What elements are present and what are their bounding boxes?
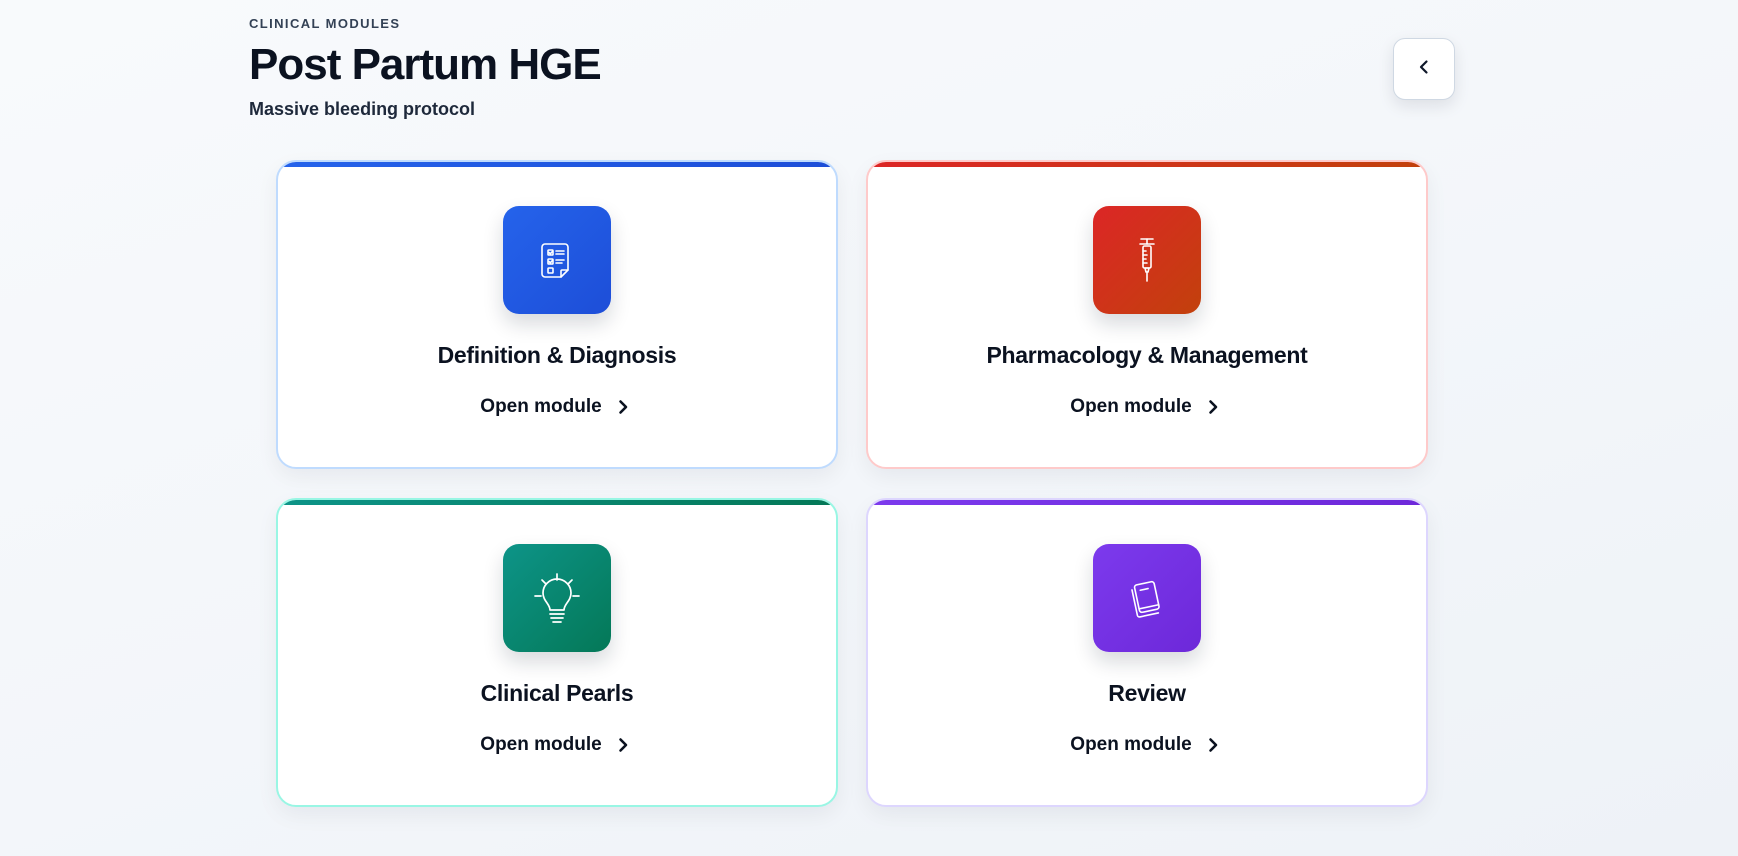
card-accent-bar [278,500,836,505]
chevron-right-icon [1202,734,1224,756]
open-module-label: Open module [1070,396,1192,417]
open-module-label: Open module [480,396,602,417]
module-card-definition-diagnosis[interactable]: Definition & Diagnosis Open module [276,160,838,469]
module-card-review[interactable]: Review Open module [866,498,1428,807]
book-icon [1093,544,1201,652]
page-title: Post Partum HGE [249,40,602,89]
chevron-right-icon [612,734,634,756]
chevron-right-icon [612,396,634,418]
module-card-clinical-pearls[interactable]: Clinical Pearls Open module [276,498,838,807]
page-header: CLINICAL MODULES Post Partum HGE Massive… [249,0,1455,150]
card-accent-bar [868,500,1426,505]
module-title: Definition & Diagnosis [437,342,677,368]
open-module-link[interactable]: Open module [278,396,836,418]
card-accent-bar [868,162,1426,167]
open-module-link[interactable]: Open module [868,734,1426,756]
page-subtitle: Massive bleeding protocol [249,99,476,119]
back-button[interactable] [1393,38,1455,100]
page: CLINICAL MODULES Post Partum HGE Massive… [0,0,1738,856]
card-accent-bar [278,162,836,167]
module-title: Pharmacology & Management [986,342,1308,368]
module-grid: Definition & Diagnosis Open module Pharm… [276,160,1428,808]
lightbulb-icon [503,544,611,652]
chevron-right-icon [1202,396,1224,418]
chevron-left-icon [1414,57,1434,82]
section-eyebrow: CLINICAL MODULES [249,16,401,31]
module-card-pharmacology-management[interactable]: Pharmacology & Management Open module [866,160,1428,469]
open-module-link[interactable]: Open module [278,734,836,756]
open-module-link[interactable]: Open module [868,396,1426,418]
syringe-icon [1093,206,1201,314]
module-title: Clinical Pearls [480,680,634,706]
open-module-label: Open module [480,734,602,755]
checklist-icon [503,206,611,314]
open-module-label: Open module [1070,734,1192,755]
module-title: Review [1108,680,1186,706]
